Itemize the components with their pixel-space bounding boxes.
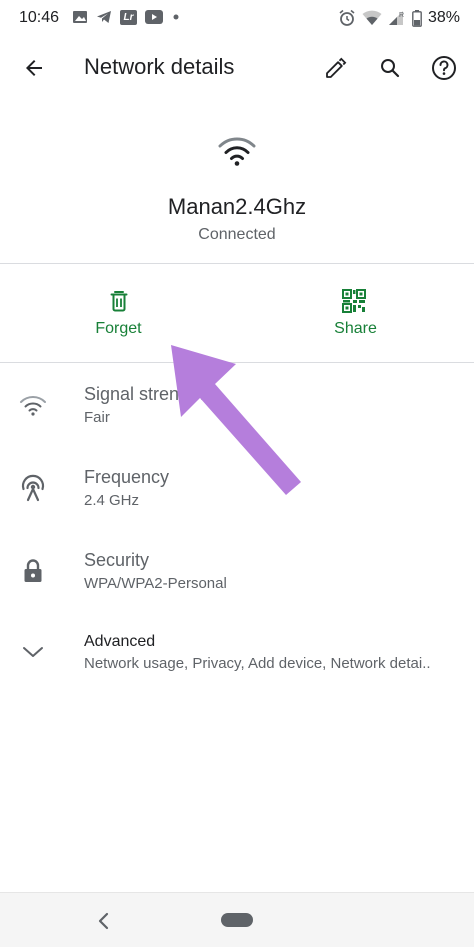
svg-text:R: R (399, 12, 404, 19)
status-bar: 10:46 Lr R 38% (0, 0, 474, 36)
app-bar: Network details (0, 36, 474, 96)
page-title: Network details (84, 54, 235, 79)
chevron-down-icon (18, 637, 48, 667)
youtube-icon (145, 10, 163, 24)
detail-title: Signal strength (84, 384, 205, 404)
detail-signal-strength[interactable]: Signal strength Fair (0, 372, 474, 454)
forget-label: Forget (95, 320, 142, 337)
network-actions: Forget Share (0, 264, 474, 362)
network-header: Manan2.4Ghz Connected (0, 96, 474, 263)
back-button[interactable] (14, 48, 54, 88)
network-name: Manan2.4Ghz (167, 194, 307, 219)
forget-button[interactable]: Forget (0, 264, 237, 362)
dot-icon (173, 14, 179, 20)
alarm-icon (339, 9, 355, 26)
battery-percentage: 38% (427, 9, 460, 26)
wifi-network-icon (218, 137, 256, 166)
search-button[interactable] (370, 48, 410, 88)
status-notification-icons: Lr (72, 9, 181, 25)
battery-icon (412, 9, 422, 27)
detail-value: Fair (84, 409, 110, 426)
search-icon (381, 59, 400, 78)
wifi-signal-icon (18, 390, 48, 420)
lightroom-icon: Lr (120, 9, 137, 25)
wifi-icon (362, 10, 382, 25)
share-label: Share (334, 320, 377, 337)
detail-title: Frequency (84, 467, 170, 487)
nav-home-pill[interactable] (221, 913, 253, 927)
status-system-icons: R 38% (338, 9, 460, 27)
detail-security[interactable]: Security WPA/WPA2-Personal (0, 538, 474, 620)
status-time: 10:46 (19, 9, 60, 26)
detail-title: Security (84, 550, 150, 570)
detail-value: WPA/WPA2-Personal (84, 575, 227, 592)
help-icon (432, 56, 456, 80)
connection-status: Connected (198, 226, 276, 243)
trash-icon (110, 291, 128, 312)
detail-value: Network usage, Privacy, Add device, Netw… (84, 655, 431, 672)
signal-icon: R (388, 11, 404, 25)
lock-icon (18, 556, 48, 586)
lightroom-icon-text: Lr (123, 11, 134, 23)
detail-advanced[interactable]: Advanced Network usage, Privacy, Add dev… (0, 621, 474, 703)
help-button[interactable] (424, 48, 464, 88)
image-icon (73, 11, 87, 23)
nav-back-icon[interactable] (92, 909, 116, 933)
detail-value: 2.4 GHz (84, 492, 140, 509)
antenna-icon (18, 473, 48, 503)
detail-frequency[interactable]: Frequency 2.4 GHz (0, 455, 474, 537)
edit-button[interactable] (316, 48, 356, 88)
system-navigation-bar (0, 892, 474, 947)
edit-icon (326, 57, 347, 78)
arrow-back-icon (26, 60, 42, 76)
detail-title: Advanced (84, 633, 156, 650)
divider (0, 362, 474, 363)
qr-code-icon (342, 289, 366, 313)
share-button[interactable]: Share (237, 264, 474, 362)
telegram-icon (97, 11, 111, 23)
